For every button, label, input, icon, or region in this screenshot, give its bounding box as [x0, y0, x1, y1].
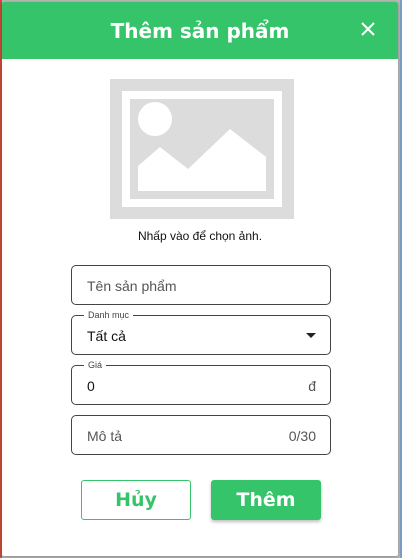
dialog-header: Thêm sản phẩm [2, 2, 398, 59]
image-picker[interactable] [110, 79, 294, 219]
image-picker-hint: Nhấp vào để chọn ảnh. [137, 229, 263, 243]
price-value: 0 [87, 378, 95, 394]
price-label: Giá [84, 360, 107, 371]
product-name-placeholder: Tên sản phẩm [87, 278, 177, 294]
description-field[interactable]: Mô tả 0/30 [71, 415, 331, 455]
cancel-button[interactable]: Hủy [81, 480, 191, 520]
category-value: Tất cả [87, 328, 126, 344]
product-name-field[interactable]: Tên sản phẩm [71, 265, 331, 305]
add-button[interactable]: Thêm [211, 480, 321, 520]
add-product-dialog: Thêm sản phẩm Nhấp vào để chọn ảnh. Tên … [2, 2, 398, 556]
dialog-title: Thêm sản phẩm [110, 18, 290, 43]
description-counter: 0/30 [288, 428, 316, 444]
description-placeholder: Mô tả [87, 428, 123, 444]
category-label: Danh mục [84, 310, 134, 321]
close-icon[interactable] [356, 17, 380, 41]
dropdown-arrow-icon [306, 333, 316, 338]
image-placeholder-icon [110, 79, 294, 219]
price-field[interactable]: Giá 0 đ [71, 360, 331, 405]
category-select[interactable]: Danh mục Tất cả [71, 310, 331, 355]
currency-suffix: đ [308, 378, 316, 394]
